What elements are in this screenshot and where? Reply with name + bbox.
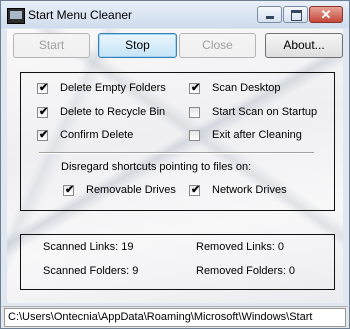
disregard-heading: Disregard shortcuts pointing to files on… [61,161,252,173]
close-icon: ✕ [320,7,332,22]
statistics-group: Scanned Links: 19 Removed Links: 0 Scann… [20,234,335,290]
checkbox-box: ✔ [37,106,49,118]
checkmark-icon: ✔ [39,106,49,118]
checkbox-label: Network Drives [212,184,287,196]
minimize-icon [266,16,274,19]
removed-links-count: Removed Links: 0 [196,241,285,253]
scanned-folders-count: Scanned Folders: 9 [43,265,139,277]
checkbox-box: ✔ [189,184,201,196]
start-button[interactable]: Start [13,33,90,58]
checkbox-label: Confirm Delete [60,129,134,141]
title-bar[interactable]: Start Menu Cleaner ✕ [1,1,349,28]
checkbox-label: Delete Empty Folders [60,82,166,94]
checkbox-label: Exit after Cleaning [212,129,302,141]
checkbox-label: Removable Drives [86,184,176,196]
current-path-status: C:\Users\Ontecnia\AppData\Roaming\Micros… [4,308,346,327]
options-group: ✔ Delete Empty Folders ✔ Scan Desktop ✔ … [20,72,335,211]
about-button[interactable]: About... [265,33,343,58]
checkmark-icon: ✔ [39,129,49,141]
scanned-links-count: Scanned Links: 19 [43,241,134,253]
minimize-button[interactable] [257,6,282,23]
status-bar: C:\Users\Ontecnia\AppData\Roaming\Micros… [2,306,348,328]
checkbox-box: ✔ [37,129,49,141]
checkbox-label: Delete to Recycle Bin [60,106,166,118]
app-icon[interactable] [7,8,25,24]
maximize-icon [291,10,302,21]
checkmark-icon: ✔ [191,82,201,94]
maximize-button[interactable] [283,6,308,23]
checkbox-label: Scan Desktop [212,82,281,94]
window-title: Start Menu Cleaner [28,8,133,22]
app-window: Start Menu Cleaner ✕ Start Stop Close Ab… [0,0,350,329]
checkbox-box: ✔ [189,82,201,94]
checkmark-icon: ✔ [65,184,75,196]
close-button[interactable]: Close [179,33,256,58]
close-window-button[interactable]: ✕ [309,6,343,23]
checkbox-label: Start Scan on Startup [212,106,318,118]
removed-folders-count: Removed Folders: 0 [196,265,296,277]
checkbox-box [189,130,200,141]
stop-button[interactable]: Stop [98,33,177,58]
checkmark-icon: ✔ [191,184,201,196]
checkmark-icon: ✔ [39,82,49,94]
checkbox-box: ✔ [37,82,49,94]
divider [39,152,314,154]
checkbox-box: ✔ [63,184,75,196]
checkbox-box [189,107,200,118]
